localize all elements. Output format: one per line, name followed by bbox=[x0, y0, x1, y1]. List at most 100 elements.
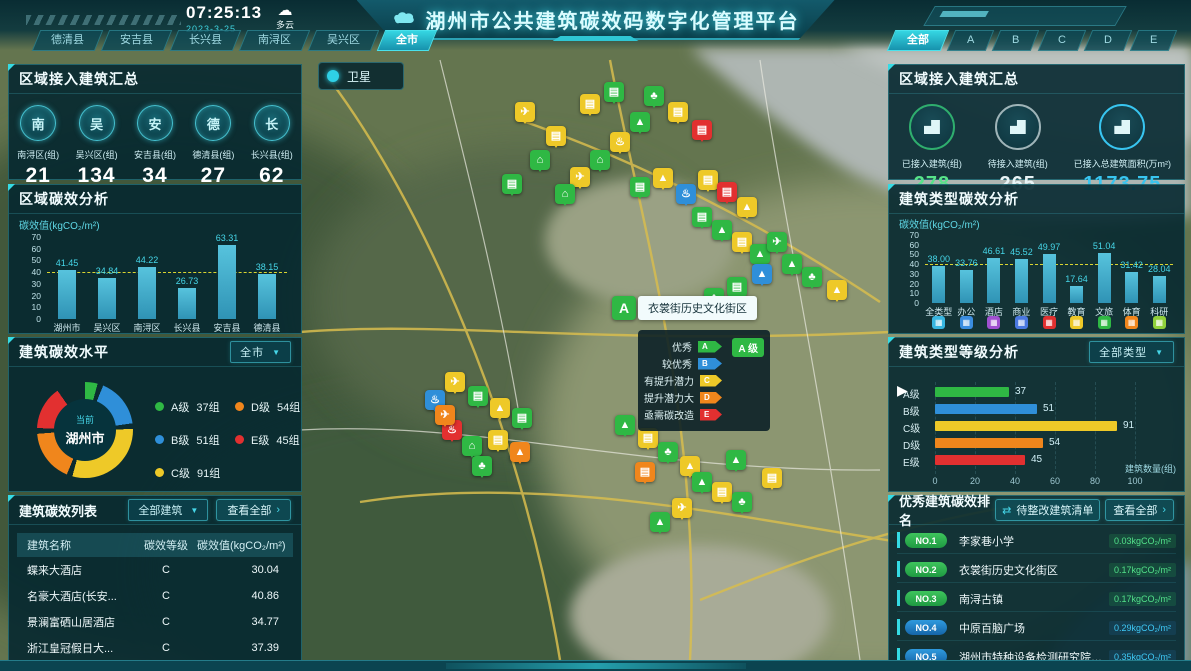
map-marker-park-icon[interactable]: ♣ bbox=[658, 442, 678, 462]
tab-label: B bbox=[1012, 31, 1019, 50]
ranking-row[interactable]: NO.1李家巷小学0.03kgCO₂/m² bbox=[897, 528, 1176, 554]
map-marker-airport-icon[interactable]: ✈ bbox=[445, 372, 465, 392]
map-marker-park-icon[interactable]: ♣ bbox=[644, 86, 664, 106]
school-icon: ▲ bbox=[635, 117, 646, 128]
panel-collapse-arrow[interactable]: ▶ bbox=[897, 382, 908, 399]
tab-grade-C[interactable]: C bbox=[1038, 30, 1086, 51]
tab-grade-E[interactable]: E bbox=[1129, 30, 1177, 51]
map-marker-building-icon[interactable]: ▤ bbox=[698, 170, 718, 190]
map-marker-park-icon[interactable]: ♣ bbox=[472, 456, 492, 476]
tab-region-吴兴区[interactable]: 吴兴区 bbox=[308, 30, 379, 51]
satellite-layer-toggle[interactable]: 卫星 bbox=[318, 62, 404, 90]
ranking-list: NO.1李家巷小学0.03kgCO₂/m² NO.2衣裳街历史文化街区0.17kg… bbox=[889, 528, 1184, 670]
view-all-button[interactable]: 查看全部 › bbox=[1105, 499, 1174, 521]
map-marker-tooltip[interactable]: A 衣裳街历史文化街区 bbox=[612, 296, 757, 320]
ranking-value-badge: 0.17kgCO₂/m² bbox=[1109, 592, 1176, 606]
building-icon: ▤ bbox=[517, 413, 527, 424]
tab-region-德清县[interactable]: 德清县 bbox=[32, 30, 103, 51]
school-icon: ▲ bbox=[620, 420, 631, 431]
tab-region-安吉县[interactable]: 安吉县 bbox=[101, 30, 172, 51]
map-marker-building-icon[interactable]: ▤ bbox=[727, 277, 747, 297]
table-row[interactable]: 名豪大酒店(长安...C40.86 bbox=[17, 583, 293, 609]
map-marker-building-icon[interactable]: ▤ bbox=[488, 430, 508, 450]
map-marker-school-icon[interactable]: ▲ bbox=[490, 398, 510, 418]
map-marker-building-icon[interactable]: ▤ bbox=[692, 207, 712, 227]
map-marker-building-icon[interactable]: ▤ bbox=[468, 386, 488, 406]
map-marker-landmark-icon[interactable]: ⌂ bbox=[530, 150, 550, 170]
legend-count: 45组 bbox=[276, 432, 299, 448]
ranking-value-badge: 0.03kgCO₂/m² bbox=[1109, 534, 1176, 548]
map-marker-airport-icon[interactable]: ✈ bbox=[767, 232, 787, 252]
tab-region-长兴县[interactable]: 长兴县 bbox=[170, 30, 241, 51]
map-marker-school-icon[interactable]: ▲ bbox=[752, 264, 772, 284]
tab-grade-B[interactable]: B bbox=[992, 30, 1040, 51]
map-marker-park-icon[interactable]: ♣ bbox=[732, 492, 752, 512]
map-marker-building-icon[interactable]: ▤ bbox=[717, 182, 737, 202]
view-all-button[interactable]: 查看全部 › bbox=[216, 499, 291, 521]
map-marker-building-icon[interactable]: ▤ bbox=[732, 232, 752, 252]
map-marker-school-icon[interactable]: ▲ bbox=[782, 254, 802, 274]
building-circle-icon bbox=[909, 104, 955, 150]
map-marker-school-icon[interactable]: ▲ bbox=[712, 220, 732, 240]
map-marker-building-icon[interactable]: ▤ bbox=[692, 120, 712, 140]
ranking-row[interactable]: NO.3南浔古镇0.17kgCO₂/m² bbox=[897, 586, 1176, 612]
map-marker-school-icon[interactable]: ▲ bbox=[692, 472, 712, 492]
map-marker-building-icon[interactable]: ▤ bbox=[638, 428, 658, 448]
building-icon: ▤ bbox=[697, 125, 707, 136]
tab-grade-A[interactable]: A bbox=[947, 30, 995, 51]
map-marker-school-icon[interactable]: ▲ bbox=[827, 280, 847, 300]
map-marker-building-icon[interactable]: ▤ bbox=[635, 462, 655, 482]
map-marker-airport-icon[interactable]: ✈ bbox=[435, 405, 455, 425]
city-scope-dropdown[interactable]: 全市 ▼ bbox=[230, 341, 291, 363]
map-marker-park-icon[interactable]: ♣ bbox=[802, 267, 822, 287]
map-marker-building-icon[interactable]: ▤ bbox=[630, 177, 650, 197]
map-marker-landmark-icon[interactable]: ⌂ bbox=[555, 184, 575, 204]
map-marker-landmark-icon[interactable]: ⌂ bbox=[590, 150, 610, 170]
map-marker-hotel-icon[interactable]: ♨ bbox=[610, 132, 630, 152]
map-marker-landmark-icon[interactable]: ⌂ bbox=[462, 436, 482, 456]
map-marker-building-icon[interactable]: ▤ bbox=[604, 82, 624, 102]
table-row[interactable]: 浙江皇冠假日大...C37.39 bbox=[17, 635, 293, 661]
grade-bar-C级 bbox=[935, 421, 1117, 431]
landmark-icon: ⌂ bbox=[469, 441, 476, 452]
map-marker-airport-icon[interactable]: ✈ bbox=[515, 102, 535, 122]
tab-region-全市[interactable]: 全市 bbox=[377, 30, 437, 51]
grade-bar-A级 bbox=[935, 387, 1009, 397]
map-marker-school-icon[interactable]: ▲ bbox=[615, 415, 635, 435]
legend-count: 54组 bbox=[277, 399, 300, 415]
map-marker-school-icon[interactable]: ▲ bbox=[650, 512, 670, 532]
table-cell: C bbox=[135, 616, 197, 628]
map-marker-airport-icon[interactable]: ✈ bbox=[672, 498, 692, 518]
legend-label: 亟需碳改造 bbox=[644, 407, 694, 422]
map-marker-school-icon[interactable]: ▲ bbox=[510, 442, 530, 462]
map-marker-building-icon[interactable]: ▤ bbox=[712, 482, 732, 502]
building-filter-dropdown[interactable]: 全部建筑 ▼ bbox=[128, 499, 208, 521]
map-marker-building-icon[interactable]: ▤ bbox=[546, 126, 566, 146]
building-icon: ▤ bbox=[507, 179, 517, 190]
bar-value-label: 26.73 bbox=[163, 276, 211, 286]
map-marker-school-icon[interactable]: ▲ bbox=[726, 450, 746, 470]
region-badge-icon: 长 bbox=[254, 105, 290, 141]
tab-grade-D[interactable]: D bbox=[1083, 30, 1131, 51]
map-marker-hotel-icon[interactable]: ♨ bbox=[676, 184, 696, 204]
rectify-list-button[interactable]: ⇄ 待整改建筑清单 bbox=[995, 499, 1100, 521]
table-cell: C bbox=[135, 590, 197, 602]
ranking-row[interactable]: NO.2衣裳街历史文化街区0.17kgCO₂/m² bbox=[897, 557, 1176, 583]
access-stats-row: 已接入建筑(组)278待接入建筑(组)265已接入总建筑面积(万m²)1173.… bbox=[889, 94, 1184, 196]
map-marker-building-icon[interactable]: ▤ bbox=[512, 408, 532, 428]
map-marker-building-icon[interactable]: ▤ bbox=[762, 468, 782, 488]
map-marker-school-icon[interactable]: ▲ bbox=[630, 112, 650, 132]
map-marker-building-icon[interactable]: ▤ bbox=[502, 174, 522, 194]
type-carbon-bar-chart: 碳效值(kgCO₂/m²)01020304050607038.00全类型▦33.… bbox=[889, 185, 1184, 333]
tab-region-南浔区[interactable]: 南浔区 bbox=[239, 30, 310, 51]
building-icon: ▤ bbox=[732, 282, 742, 293]
map-marker-building-icon[interactable]: ▤ bbox=[668, 102, 688, 122]
table-row[interactable]: 蝶来大酒店C30.04 bbox=[17, 557, 293, 583]
region-stat-吴: 吴吴兴区(组)134 bbox=[69, 105, 125, 188]
map-marker-school-icon[interactable]: ▲ bbox=[653, 168, 673, 188]
table-row[interactable]: 景澜富硒山居酒店C34.77 bbox=[17, 609, 293, 635]
map-marker-school-icon[interactable]: ▲ bbox=[737, 197, 757, 217]
map-marker-building-icon[interactable]: ▤ bbox=[580, 94, 600, 114]
ranking-row[interactable]: NO.4中原百脑广场0.29kgCO₂/m² bbox=[897, 615, 1176, 641]
tab-grade-全部[interactable]: 全部 bbox=[887, 30, 949, 51]
